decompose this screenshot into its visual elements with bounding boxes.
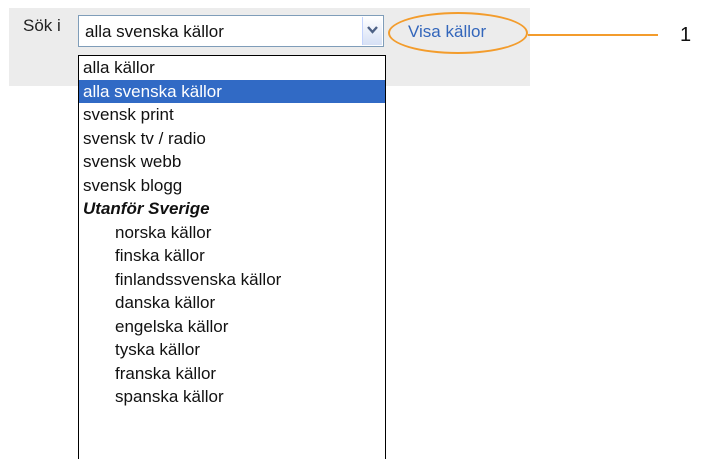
option-swedish-tv-radio[interactable]: svensk tv / radio <box>79 127 385 151</box>
option-french-sources[interactable]: franska källor <box>79 362 385 386</box>
option-english-sources[interactable]: engelska källor <box>79 315 385 339</box>
source-select-value: alla svenska källor <box>85 22 224 41</box>
option-all-swedish-sources[interactable]: alla svenska källor <box>79 79 385 103</box>
option-german-sources[interactable]: tyska källor <box>79 338 385 362</box>
option-spanish-sources[interactable]: spanska källor <box>79 385 385 409</box>
option-swedish-blog[interactable]: svensk blogg <box>79 174 385 198</box>
option-all-sources[interactable]: alla källor <box>79 56 385 80</box>
chevron-down-icon[interactable] <box>362 17 382 45</box>
option-finland-swedish-sources[interactable]: finlandssvenska källor <box>79 268 385 292</box>
callout-number: 1 <box>680 24 692 46</box>
option-finnish-sources[interactable]: finska källor <box>79 244 385 268</box>
callout-ring <box>388 12 528 54</box>
source-select[interactable]: alla svenska källor <box>78 15 384 47</box>
option-swedish-print[interactable]: svensk print <box>79 103 385 127</box>
source-dropdown-list[interactable]: alla källor alla svenska källor svensk p… <box>78 55 386 459</box>
search-in-label: Sök i <box>23 16 61 35</box>
option-danish-sources[interactable]: danska källor <box>79 291 385 315</box>
screenshot-stage: Sök i alla svenska källor Visa källor 1 … <box>0 0 704 459</box>
option-swedish-web[interactable]: svensk webb <box>79 150 385 174</box>
callout-line <box>528 34 658 36</box>
option-norwegian-sources[interactable]: norska källor <box>79 221 385 245</box>
option-group-outside-sweden: Utanför Sverige <box>83 199 210 218</box>
